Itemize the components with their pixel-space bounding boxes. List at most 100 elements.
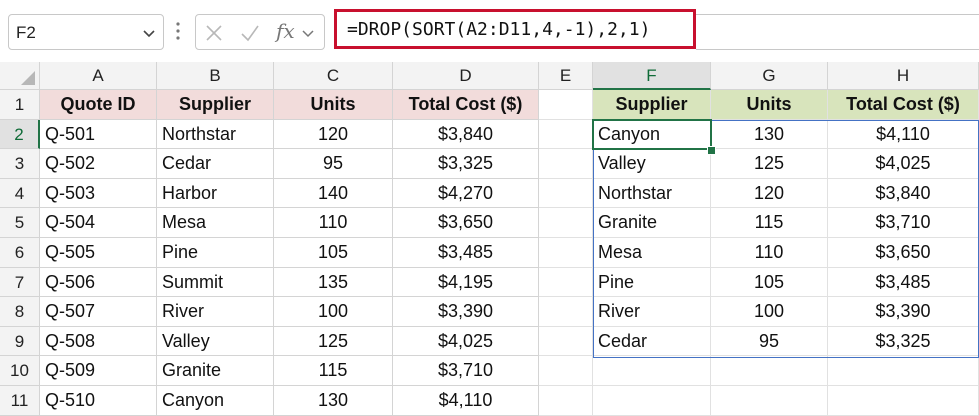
cell-f11[interactable] (593, 386, 711, 416)
cell-h4[interactable]: $3,840 (828, 178, 979, 209)
cell-d11[interactable]: $4,110 (393, 386, 539, 416)
cell-c7[interactable]: 135 (274, 267, 393, 298)
row-header-7[interactable]: 7 (0, 267, 40, 298)
cell-h3[interactable]: $4,025 (828, 149, 979, 179)
cell-d9[interactable]: $4,025 (393, 326, 539, 357)
cell-e5[interactable] (539, 208, 593, 238)
cell-f2[interactable]: Canyon (593, 119, 711, 150)
row-header-2[interactable]: 2 (0, 119, 40, 150)
cell-c10[interactable]: 115 (274, 356, 393, 386)
fill-handle[interactable] (707, 146, 716, 155)
cell-a3[interactable]: Q-502 (40, 149, 157, 179)
cell-h7[interactable]: $3,485 (828, 267, 979, 298)
column-header-b[interactable]: B (157, 62, 274, 90)
column-header-e[interactable]: E (539, 62, 593, 90)
row-header-3[interactable]: 3 (0, 149, 40, 179)
cell-b3[interactable]: Cedar (157, 149, 274, 179)
cell-b1[interactable]: Supplier (157, 90, 274, 120)
expand-chevron-icon[interactable] (300, 25, 316, 41)
cell-e1[interactable] (539, 90, 593, 120)
cell-d6[interactable]: $3,485 (393, 238, 539, 268)
cell-g8[interactable]: 100 (711, 297, 828, 327)
cell-b10[interactable]: Granite (157, 356, 274, 386)
cell-a8[interactable]: Q-507 (40, 297, 157, 327)
chevron-down-icon[interactable] (141, 25, 157, 41)
cell-h1[interactable]: Total Cost ($) (828, 90, 979, 120)
cell-b8[interactable]: River (157, 297, 274, 327)
cell-e4[interactable] (539, 178, 593, 209)
column-header-a[interactable]: A (40, 62, 157, 90)
cell-g3[interactable]: 125 (711, 149, 828, 179)
cell-f5[interactable]: Granite (593, 208, 711, 238)
column-header-g[interactable]: G (711, 62, 828, 90)
cell-e8[interactable] (539, 297, 593, 327)
cell-e11[interactable] (539, 386, 593, 416)
cell-h11[interactable] (828, 386, 979, 416)
cell-e10[interactable] (539, 356, 593, 386)
cell-g5[interactable]: 115 (711, 208, 828, 238)
name-box[interactable]: F2 (8, 14, 164, 50)
cell-h6[interactable]: $3,650 (828, 238, 979, 268)
row-header-5[interactable]: 5 (0, 208, 40, 238)
cell-b11[interactable]: Canyon (157, 386, 274, 416)
cell-d3[interactable]: $3,325 (393, 149, 539, 179)
cell-c6[interactable]: 105 (274, 238, 393, 268)
cell-b7[interactable]: Summit (157, 267, 274, 298)
column-header-d[interactable]: D (393, 62, 539, 90)
cell-d4[interactable]: $4,270 (393, 178, 539, 209)
cell-a1[interactable]: Quote ID (40, 90, 157, 120)
cell-c2[interactable]: 120 (274, 119, 393, 150)
cell-d10[interactable]: $3,710 (393, 356, 539, 386)
cell-f8[interactable]: River (593, 297, 711, 327)
cell-g11[interactable] (711, 386, 828, 416)
row-header-1[interactable]: 1 (0, 90, 40, 120)
cell-a7[interactable]: Q-506 (40, 267, 157, 298)
formula-input-extension[interactable] (696, 14, 979, 50)
cell-g1[interactable]: Units (711, 90, 828, 120)
insert-function-icon[interactable]: fx (276, 19, 295, 43)
column-header-f[interactable]: F (593, 62, 711, 90)
enter-check-icon[interactable] (240, 23, 260, 43)
cell-c5[interactable]: 110 (274, 208, 393, 238)
row-header-6[interactable]: 6 (0, 238, 40, 268)
more-options-icon[interactable] (175, 18, 181, 44)
cell-a4[interactable]: Q-503 (40, 178, 157, 209)
cell-c1[interactable]: Units (274, 90, 393, 120)
cell-a5[interactable]: Q-504 (40, 208, 157, 238)
cell-h10[interactable] (828, 356, 979, 386)
cell-g9[interactable]: 95 (711, 326, 828, 357)
cell-d1[interactable]: Total Cost ($) (393, 90, 539, 120)
cell-e3[interactable] (539, 149, 593, 179)
cell-e2[interactable] (539, 119, 593, 150)
cell-f10[interactable] (593, 356, 711, 386)
cell-a9[interactable]: Q-508 (40, 326, 157, 357)
cell-b4[interactable]: Harbor (157, 178, 274, 209)
cell-d8[interactable]: $3,390 (393, 297, 539, 327)
cell-h8[interactable]: $3,390 (828, 297, 979, 327)
cell-c4[interactable]: 140 (274, 178, 393, 209)
column-header-h[interactable]: H (828, 62, 979, 90)
cell-g10[interactable] (711, 356, 828, 386)
cell-h5[interactable]: $3,710 (828, 208, 979, 238)
cell-f7[interactable]: Pine (593, 267, 711, 298)
cell-c11[interactable]: 130 (274, 386, 393, 416)
cell-h2[interactable]: $4,110 (828, 119, 979, 150)
cell-b2[interactable]: Northstar (157, 119, 274, 150)
cell-b9[interactable]: Valley (157, 326, 274, 357)
cell-a2[interactable]: Q-501 (40, 119, 157, 150)
cell-d5[interactable]: $3,650 (393, 208, 539, 238)
cell-f1[interactable]: Supplier (593, 90, 711, 120)
formula-input[interactable]: =DROP(SORT(A2:D11,4,-1),2,1) (334, 9, 696, 49)
cell-d2[interactable]: $3,840 (393, 119, 539, 150)
cell-f6[interactable]: Mesa (593, 238, 711, 268)
cell-g4[interactable]: 120 (711, 178, 828, 209)
row-header-11[interactable]: 11 (0, 386, 40, 416)
cell-e9[interactable] (539, 326, 593, 357)
row-header-10[interactable]: 10 (0, 356, 40, 386)
cell-d7[interactable]: $4,195 (393, 267, 539, 298)
cell-g7[interactable]: 105 (711, 267, 828, 298)
cell-e7[interactable] (539, 267, 593, 298)
cell-c9[interactable]: 125 (274, 326, 393, 357)
row-header-4[interactable]: 4 (0, 178, 40, 209)
cell-g6[interactable]: 110 (711, 238, 828, 268)
